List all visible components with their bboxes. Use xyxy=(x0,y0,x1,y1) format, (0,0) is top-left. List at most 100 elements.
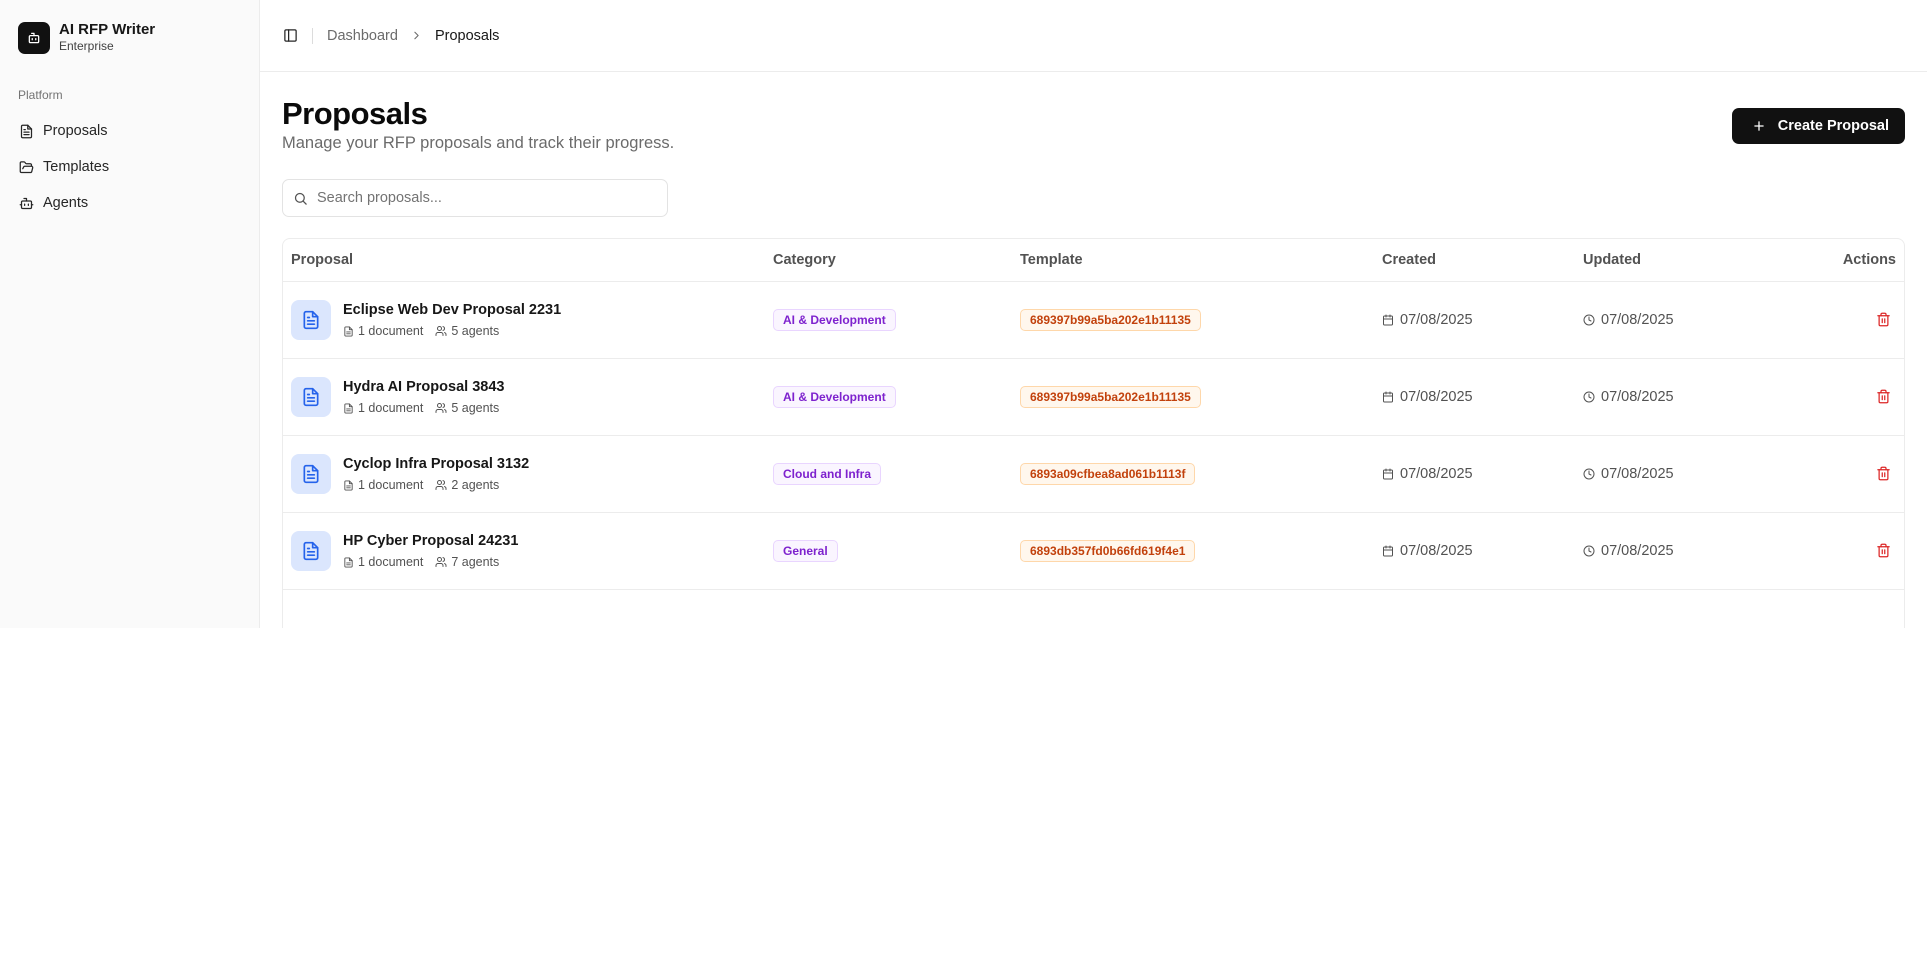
breadcrumb-dashboard[interactable]: Dashboard xyxy=(327,28,398,44)
sidebar-nav: Proposals Templates Agents xyxy=(10,113,250,221)
agent-count-text: 2 agents xyxy=(451,478,500,492)
proposal-file-icon xyxy=(291,299,331,340)
proposal-file-icon xyxy=(291,530,331,571)
created-cell: 07/08/2025 xyxy=(1382,512,1583,590)
document-count-text: 1 document xyxy=(358,401,424,415)
document-count-text: 1 document xyxy=(358,478,424,492)
trash-icon xyxy=(1876,312,1890,327)
updated-date: 07/08/2025 xyxy=(1601,465,1674,482)
folder-open-icon xyxy=(19,160,34,173)
column-header-category: Category xyxy=(773,239,1020,282)
template-id-badge: 6893db357fd0b66fd619f4e1 xyxy=(1020,539,1196,562)
app-name: AI RFP Writer xyxy=(59,21,156,38)
proposal-name[interactable]: Cyclop Infra Proposal 3132 xyxy=(343,455,529,473)
proposal-name[interactable]: Hydra AI Proposal 3843 xyxy=(343,378,504,396)
category-cell: General xyxy=(773,512,1020,590)
plus-icon xyxy=(1754,121,1764,131)
actions-cell xyxy=(1833,281,1904,359)
table-row[interactable]: Hydra AI Proposal 3843 1 document 5 agen… xyxy=(283,358,1904,436)
sidebar-item-label: Agents xyxy=(43,195,89,211)
document-count: 1 document xyxy=(343,401,423,415)
proposal-cell: Eclipse Web Dev Proposal 2231 1 document… xyxy=(283,281,773,359)
agent-count-text: 5 agents xyxy=(451,324,500,338)
template-cell: 689397b99a5ba202e1b11135 xyxy=(1020,358,1382,436)
updated-date: 07/08/2025 xyxy=(1601,542,1674,559)
category-badge: Cloud and Infra xyxy=(773,462,881,485)
agent-count: 7 agents xyxy=(435,555,499,569)
updated-date: 07/08/2025 xyxy=(1601,311,1674,328)
updated-cell: 07/08/2025 xyxy=(1583,512,1833,590)
category-cell: AI & Development xyxy=(773,358,1020,436)
delete-proposal-button[interactable] xyxy=(1870,461,1896,487)
topbar-separator xyxy=(312,27,313,44)
actions-cell xyxy=(1833,435,1904,513)
file-icon xyxy=(344,479,353,491)
sidebar: AI RFP Writer Enterprise Platform Propos… xyxy=(0,0,260,628)
column-header-actions: Actions xyxy=(1833,239,1904,282)
table-header-row: Proposal Category Template Created Updat… xyxy=(283,239,1904,282)
file-text-icon xyxy=(20,124,33,138)
sidebar-toggle-button[interactable] xyxy=(276,22,304,50)
template-cell: 6893db357fd0b66fd619f4e1 xyxy=(1020,512,1382,590)
created-date: 07/08/2025 xyxy=(1400,388,1473,405)
table-row[interactable]: Eclipse Web Dev Proposal 2231 1 document… xyxy=(283,281,1904,359)
proposal-name[interactable]: HP Cyber Proposal 24231 xyxy=(343,532,518,550)
category-cell: Cloud and Infra xyxy=(773,435,1020,513)
calendar-icon xyxy=(1383,391,1393,402)
document-count: 1 document xyxy=(343,478,423,492)
clock-icon xyxy=(1583,391,1595,402)
table-row[interactable]: HP Cyber Proposal 24231 1 document 7 age… xyxy=(283,512,1904,590)
app-shell: AI RFP Writer Enterprise Platform Propos… xyxy=(0,0,1927,628)
created-cell: 07/08/2025 xyxy=(1382,281,1583,359)
file-icon xyxy=(344,556,353,568)
category-cell: AI & Development xyxy=(773,281,1020,359)
calendar-icon xyxy=(1383,468,1393,479)
delete-proposal-button[interactable] xyxy=(1870,384,1896,410)
document-count: 1 document xyxy=(343,555,423,569)
delete-proposal-button[interactable] xyxy=(1870,307,1896,333)
sidebar-item-agents[interactable]: Agents xyxy=(10,185,250,221)
trash-icon xyxy=(1876,466,1890,481)
panel-left-icon xyxy=(283,29,297,42)
table-row[interactable]: Cyclop Infra Proposal 3132 1 document 2 … xyxy=(283,435,1904,513)
app-plan: Enterprise xyxy=(59,39,114,53)
proposal-name[interactable]: Eclipse Web Dev Proposal 2231 xyxy=(343,301,561,319)
actions-cell xyxy=(1833,358,1904,436)
sidebar-item-label: Proposals xyxy=(43,123,108,139)
search-input[interactable] xyxy=(317,190,647,206)
search-box xyxy=(282,179,668,217)
page-subtitle: Manage your RFP proposals and track thei… xyxy=(282,134,675,152)
column-header-updated: Updated xyxy=(1583,239,1833,282)
template-id-badge: 689397b99a5ba202e1b11135 xyxy=(1020,308,1201,331)
create-proposal-button[interactable]: Create Proposal xyxy=(1731,108,1905,144)
created-date: 07/08/2025 xyxy=(1400,465,1473,482)
agent-count-text: 7 agents xyxy=(451,555,500,569)
main-content: Dashboard Proposals Proposals Manage you… xyxy=(260,0,1927,628)
users-icon xyxy=(435,326,447,336)
delete-proposal-button[interactable] xyxy=(1870,538,1896,564)
agent-count: 5 agents xyxy=(435,324,499,338)
sidebar-item-templates[interactable]: Templates xyxy=(10,149,250,185)
users-icon xyxy=(435,480,447,490)
users-icon xyxy=(435,557,447,567)
updated-cell: 07/08/2025 xyxy=(1583,281,1833,359)
column-header-template: Template xyxy=(1020,239,1382,282)
proposal-cell: Cyclop Infra Proposal 3132 1 document 2 … xyxy=(283,435,773,513)
sidebar-item-proposals[interactable]: Proposals xyxy=(10,113,250,149)
proposal-file-icon xyxy=(291,453,331,494)
trash-icon xyxy=(1876,543,1890,558)
brand[interactable]: AI RFP Writer Enterprise xyxy=(18,22,155,54)
category-badge: AI & Development xyxy=(773,308,896,331)
category-badge: AI & Development xyxy=(773,385,896,408)
updated-cell: 07/08/2025 xyxy=(1583,358,1833,436)
proposal-file-icon xyxy=(291,376,331,417)
actions-cell xyxy=(1833,512,1904,590)
column-header-created: Created xyxy=(1382,239,1583,282)
proposal-cell: Hydra AI Proposal 3843 1 document 5 agen… xyxy=(283,358,773,436)
sidebar-group-label: Platform xyxy=(18,88,63,102)
template-cell: 689397b99a5ba202e1b11135 xyxy=(1020,281,1382,359)
create-proposal-label: Create Proposal xyxy=(1777,118,1889,134)
document-count-text: 1 document xyxy=(358,324,424,338)
template-cell: 6893a09cfbea8ad061b1113f xyxy=(1020,435,1382,513)
users-icon xyxy=(435,403,447,413)
